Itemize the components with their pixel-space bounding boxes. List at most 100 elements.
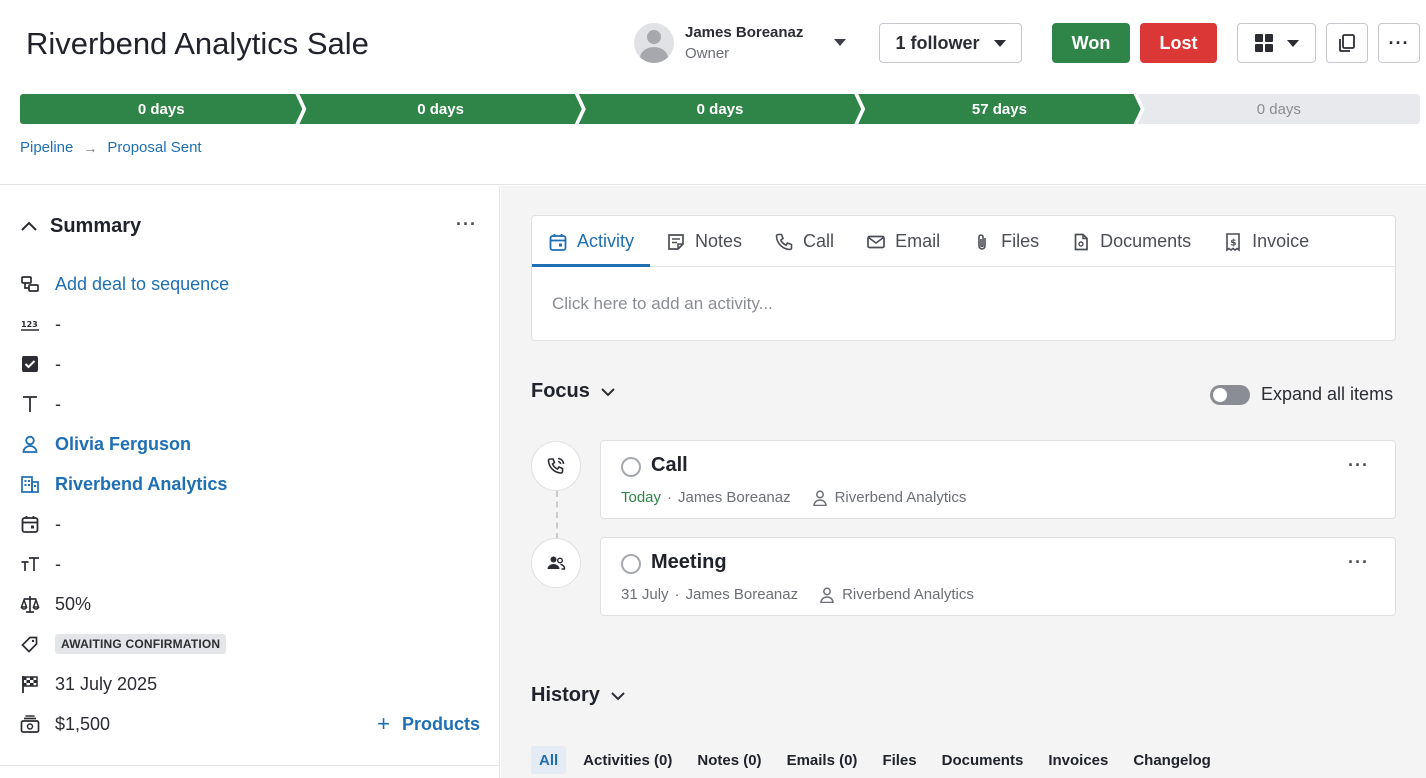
add-products-button[interactable]: + Products (377, 711, 480, 737)
calendar-icon (20, 514, 40, 534)
activity-title[interactable]: Meeting (651, 551, 727, 574)
large-text-field[interactable]: - (20, 552, 480, 576)
tab-email[interactable]: Email (850, 216, 956, 267)
activity-org: Riverbend Analytics (812, 489, 967, 506)
chevron-down-icon (601, 387, 615, 396)
organization-field: Riverbend Analytics (20, 472, 480, 496)
pipeline-stage[interactable]: 0 days (1137, 94, 1421, 124)
pipeline-stage[interactable]: 0 days (299, 94, 581, 124)
mail-icon (867, 235, 885, 248)
caret-down-icon (993, 39, 1006, 47)
filter-activities[interactable]: Activities (0) (571, 746, 684, 774)
copy-icon (1339, 34, 1355, 52)
label-field[interactable]: AWAITING CONFIRMATION (20, 632, 480, 656)
tab-call[interactable]: Call (758, 216, 850, 267)
organization-link[interactable]: Riverbend Analytics (55, 474, 227, 495)
chevron-down-icon (611, 691, 625, 700)
person-link[interactable]: Olivia Ferguson (55, 434, 191, 455)
activity-card[interactable]: Meeting 31 July · James Boreanaz Riverbe… (600, 537, 1396, 616)
tag-icon (20, 634, 40, 654)
stage-duration: 0 days (1256, 100, 1301, 118)
phone-call-icon (547, 457, 565, 474)
stage-duration: 0 days (137, 100, 185, 118)
pipeline-stage[interactable]: 0 days (20, 94, 302, 124)
focus-title: Focus (531, 380, 590, 402)
tab-label: Invoice (1252, 231, 1310, 251)
tab-label: Activity (577, 231, 635, 251)
building-icon (20, 474, 40, 494)
stage-duration: 0 days (696, 100, 744, 118)
history-toggle[interactable]: History (531, 684, 626, 707)
followers-label: 1 follower (895, 32, 980, 53)
checkbox-field[interactable]: - (20, 352, 480, 376)
filter-files[interactable]: Files (870, 746, 928, 774)
expand-all-toggle[interactable] (1210, 384, 1250, 405)
tab-files[interactable]: Files (956, 216, 1055, 267)
add-to-sequence-link[interactable]: Add deal to sequence (55, 274, 229, 295)
filter-changelog[interactable]: Changelog (1121, 746, 1223, 774)
activity-owner: James Boreanaz (678, 489, 791, 506)
note-icon (668, 233, 684, 250)
tab-documents[interactable]: Documents (1055, 216, 1207, 267)
value-field[interactable]: $1,500 + Products (20, 711, 480, 737)
tab-label: Files (1001, 231, 1040, 251)
calendar-icon (549, 233, 567, 251)
phone-icon (775, 233, 793, 250)
deal-header: Riverbend Analytics Sale James Boreanaz … (0, 0, 1426, 185)
filter-documents[interactable]: Documents (930, 746, 1036, 774)
mark-done-checkbox[interactable] (621, 457, 641, 477)
activity-org-name[interactable]: Riverbend Analytics (842, 586, 974, 603)
svg-text:$: $ (1230, 238, 1236, 248)
stage-duration: 0 days (417, 100, 464, 118)
owner-selector[interactable]: James Boreanaz Owner (634, 23, 846, 63)
expected-close-field[interactable]: 31 July 2025 (20, 672, 480, 696)
pipeline-stage[interactable]: 0 days (579, 94, 861, 124)
text-value: - (55, 393, 61, 414)
breadcrumb-pipeline-link[interactable]: Pipeline (20, 139, 73, 156)
activity-more-button[interactable]: ··· (1348, 552, 1369, 573)
filter-notes[interactable]: Notes (0) (685, 746, 773, 774)
deal-title[interactable]: Riverbend Analytics Sale (26, 26, 369, 62)
summary-more-button[interactable]: ··· (456, 214, 477, 235)
more-actions-button[interactable]: ··· (1378, 23, 1420, 63)
pipeline-stage[interactable]: 57 days (858, 94, 1140, 124)
activity-title[interactable]: Call (651, 454, 688, 477)
activity-more-button[interactable]: ··· (1348, 455, 1369, 476)
filter-invoices[interactable]: Invoices (1036, 746, 1120, 774)
tab-activity[interactable]: Activity (532, 216, 651, 267)
owner-name: James Boreanaz (685, 23, 804, 41)
activity-org-name[interactable]: Riverbend Analytics (835, 489, 967, 506)
lost-button[interactable]: Lost (1140, 23, 1217, 63)
tab-label: Documents (1100, 231, 1192, 251)
person-field: Olivia Ferguson (20, 432, 480, 456)
view-mode-button[interactable] (1237, 23, 1316, 63)
breadcrumb: Pipeline → Proposal Sent (20, 139, 202, 156)
filter-emails[interactable]: Emails (0) (775, 746, 870, 774)
focus-toggle[interactable]: Focus (531, 380, 616, 403)
activity-meta: Today · James Boreanaz Riverbend Analyti… (621, 489, 966, 506)
number-field[interactable]: 123 - (20, 312, 480, 336)
status-badge: AWAITING CONFIRMATION (55, 634, 227, 654)
chevron-down-icon[interactable] (834, 39, 846, 46)
number-value: - (55, 313, 61, 334)
expand-all-control: Expand all items (1210, 384, 1393, 405)
probability-value: 50% (55, 593, 92, 614)
mark-done-checkbox[interactable] (621, 554, 641, 574)
won-button[interactable]: Won (1052, 23, 1130, 63)
filter-all[interactable]: All (531, 746, 567, 774)
tab-label: Email (895, 231, 941, 251)
text-size-icon (20, 554, 40, 574)
duplicate-button[interactable] (1326, 23, 1368, 63)
add-activity-input[interactable]: Click here to add an activity... (552, 294, 773, 314)
text-field[interactable]: - (20, 392, 480, 416)
pipeline-progress: 0 days 0 days 0 days 57 days 0 days (20, 94, 1421, 124)
tab-notes[interactable]: Notes (650, 216, 758, 267)
activity-card[interactable]: Call Today · James Boreanaz Riverbend An… (600, 440, 1396, 519)
number-icon: 123 (20, 314, 40, 334)
date-field[interactable]: - (20, 512, 480, 536)
breadcrumb-stage-link[interactable]: Proposal Sent (107, 139, 201, 156)
tab-invoice[interactable]: $ Invoice (1207, 216, 1325, 267)
summary-toggle[interactable]: Summary (20, 215, 141, 238)
followers-button[interactable]: 1 follower (879, 23, 1022, 63)
probability-field[interactable]: 50% (20, 592, 480, 616)
